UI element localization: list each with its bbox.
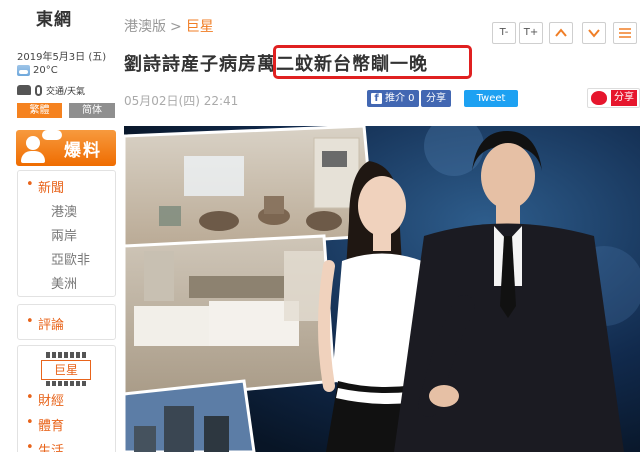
hospital-lounge-photo	[124, 126, 376, 253]
film-strip-icon-bottom	[46, 381, 86, 386]
commentary-nav-group: 評論	[17, 304, 116, 340]
font-larger-button[interactable]: T+	[519, 22, 543, 44]
breadcrumb: 港澳版 > 巨星	[124, 16, 214, 36]
traffic-label: 交通/天氣	[46, 86, 86, 97]
nav-item-asia-europe-africa[interactable]: 亞歐非	[51, 249, 90, 268]
site-logo[interactable]: 東網	[36, 5, 72, 30]
nav-item-sports[interactable]: 體育	[26, 415, 64, 434]
article-photo-illustration	[124, 126, 640, 452]
reporter-icon	[16, 130, 62, 166]
nav-item-finance[interactable]: 財經	[26, 390, 64, 409]
more-menu-button[interactable]	[613, 22, 637, 44]
entertainment-nav-group: 巨星 財經 體育 生活	[17, 345, 116, 452]
facebook-like-label: 推介 0	[385, 93, 415, 104]
current-date: 2019年5月3日 (五)	[17, 52, 107, 63]
breadcrumb-separator: >	[170, 19, 182, 35]
nav-item-stars[interactable]: 巨星	[41, 360, 91, 380]
chevron-down-icon	[588, 29, 600, 38]
traditional-chinese-button[interactable]: 繁體	[17, 103, 62, 118]
weibo-icon	[591, 91, 607, 105]
nav-item-cross-strait[interactable]: 兩岸	[51, 225, 77, 244]
weibo-share-button[interactable]: 分享	[587, 88, 640, 108]
previous-article-button[interactable]	[549, 22, 573, 44]
facebook-share-button[interactable]: 分享	[421, 90, 451, 107]
weibo-share-label: 分享	[611, 90, 637, 106]
nav-item-news[interactable]: 新聞	[26, 177, 64, 196]
weather-widget: 20°C	[17, 63, 58, 77]
article-datetime: 05月02日(四) 22:41	[124, 94, 239, 108]
facebook-icon: f	[371, 93, 382, 104]
breadcrumb-current[interactable]: 巨星	[186, 19, 214, 35]
article-photo[interactable]	[124, 126, 640, 452]
microphone-icon	[35, 84, 42, 96]
menu-icon	[619, 28, 631, 38]
cloudy-icon	[17, 64, 30, 76]
film-strip-icon	[46, 352, 86, 358]
next-article-button[interactable]	[582, 22, 606, 44]
hospital-bedroom-photo	[124, 234, 336, 403]
facebook-like-button[interactable]: f 推介 0	[367, 90, 419, 107]
left-sidebar: 東網 2019年5月3日 (五) 20°C 交通/天氣 繁體 简体 爆料 新聞 …	[0, 0, 124, 452]
nav-item-lifestyle[interactable]: 生活	[26, 440, 64, 452]
breadcrumb-section[interactable]: 港澳版	[124, 19, 166, 35]
temperature: 20°C	[33, 64, 58, 76]
simplified-chinese-button[interactable]: 简体	[69, 103, 115, 118]
hospital-building-photo	[124, 379, 256, 452]
nav-item-commentary[interactable]: 評論	[26, 314, 64, 333]
nav-item-americas[interactable]: 美洲	[51, 273, 77, 292]
headline-highlight-annotation	[273, 45, 472, 79]
traffic-weather-link[interactable]: 交通/天氣	[17, 82, 85, 98]
car-icon	[17, 85, 31, 95]
news-tip-button[interactable]: 爆料	[16, 130, 116, 166]
tweet-button[interactable]: Tweet	[464, 90, 518, 107]
nav-item-hk-macau[interactable]: 港澳	[51, 201, 77, 220]
news-nav-group: 新聞 港澳 兩岸 亞歐非 美洲	[17, 170, 116, 297]
font-smaller-button[interactable]: T-	[492, 22, 516, 44]
chevron-up-icon	[555, 28, 567, 37]
news-tip-label: 爆料	[64, 140, 102, 161]
